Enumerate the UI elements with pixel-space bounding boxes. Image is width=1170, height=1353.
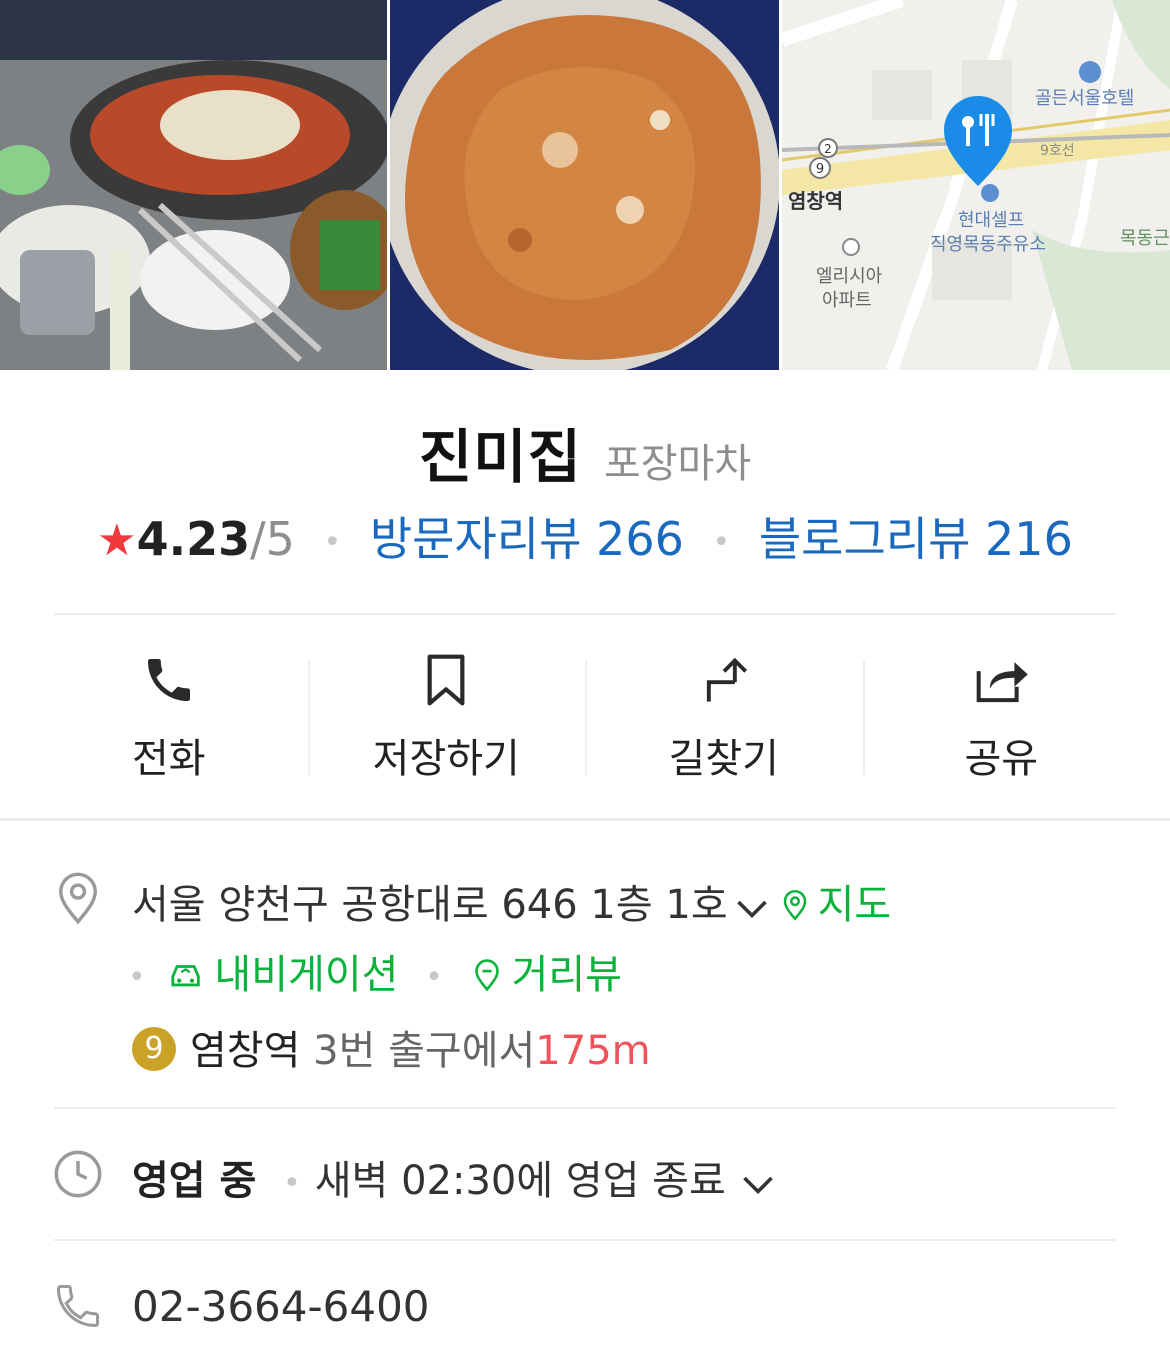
subway-line-badge: 9 (132, 1027, 176, 1071)
map-label-apt1: 엘리시아 (816, 266, 883, 287)
station-exit: 3번 출구에서 (313, 1028, 536, 1074)
map-label-gas1: 현대셀프 (958, 210, 1024, 231)
street-view-label: 거리뷰 (511, 952, 622, 998)
chevron-down-icon[interactable] (734, 884, 770, 930)
subway-row: 9 염창역 3번 출구에서175m (132, 1018, 651, 1076)
directions-icon (698, 640, 750, 720)
divider (54, 613, 1116, 615)
location-pin-icon (52, 870, 104, 925)
address-links-row: • 내비게이션 • 거리뷰 (128, 942, 622, 1000)
hours-row[interactable]: 영업 중 • 새벽 02:30에 영업 종료 (132, 1148, 776, 1206)
separator-dot: • (128, 959, 146, 995)
food-photo-pancake[interactable] (390, 0, 779, 370)
title-row: 진미집 포장마차 (0, 410, 1170, 494)
share-icon (972, 640, 1030, 720)
clock-icon (52, 1148, 104, 1200)
place-name: 진미집 (418, 423, 582, 491)
map-pin-small-icon (783, 890, 806, 921)
separator-dot: • (425, 959, 443, 995)
map-thumbnail[interactable]: 9 2 염창역 골든서울호텔 9호선 현대셀프 직영목동주유소 엘리시아 아파트… (782, 0, 1170, 370)
navigation-link[interactable]: 내비게이션 (168, 952, 398, 998)
place-category: 포장마차 (603, 441, 752, 487)
map-label-gas2: 직영목동주유소 (930, 234, 1046, 255)
separator-dot: • (283, 1165, 301, 1201)
section-divider (0, 818, 1170, 821)
phone-icon (141, 640, 197, 720)
map-label-apt2: 아파트 (822, 290, 872, 311)
separator-dot: • (323, 525, 342, 560)
directions-button[interactable]: 길찾기 (585, 640, 863, 790)
share-label: 공유 (964, 736, 1039, 782)
map-label-line9: 9호선 (1040, 143, 1075, 159)
visitor-reviews-link[interactable]: 방문자리뷰 266 (370, 512, 684, 566)
rating-out-of: /5 (250, 512, 295, 566)
star-icon: ★ (97, 515, 137, 566)
separator-dot: • (712, 525, 731, 560)
station-distance: 175m (535, 1028, 651, 1074)
business-status: 영업 중 (132, 1158, 257, 1204)
rating-row: ★4.23/5 • 방문자리뷰 266 • 블로그리뷰 216 (0, 503, 1170, 569)
map-label-hotel: 골든서울호텔 (1035, 88, 1134, 109)
car-icon (171, 965, 201, 987)
map-link[interactable]: 지도 (780, 882, 892, 928)
address-text: 서울 양천구 공항대로 646 1층 1호 (132, 882, 728, 928)
divider (54, 1239, 1116, 1241)
save-label: 저장하기 (372, 736, 520, 782)
save-button[interactable]: 저장하기 (307, 640, 586, 790)
phone-outline-icon (52, 1280, 104, 1332)
business-hours-detail: 새벽 02:30에 영업 종료 (314, 1158, 726, 1204)
bookmark-icon (422, 640, 470, 720)
street-view-link[interactable]: 거리뷰 (470, 952, 622, 998)
map-label-park: 목동근 (1120, 228, 1170, 249)
food-photo-stirfry[interactable] (0, 0, 387, 370)
photo-strip: 9 2 염창역 골든서울호텔 9호선 현대셀프 직영목동주유소 엘리시아 아파트… (0, 0, 1170, 370)
map-link-label: 지도 (817, 882, 892, 928)
blog-reviews-link[interactable]: 블로그리뷰 216 (759, 512, 1073, 566)
share-button[interactable]: 공유 (862, 640, 1141, 790)
address-row: 서울 양천구 공항대로 646 1층 1호 지도 (132, 872, 891, 930)
phone-number[interactable]: 02-3664-6400 (132, 1282, 430, 1331)
call-button[interactable]: 전화 (30, 640, 308, 790)
svg-text:2: 2 (824, 142, 832, 156)
station-name: 염창역 (190, 1028, 301, 1074)
map-label-station: 염창역 (788, 189, 843, 213)
svg-text:9: 9 (816, 162, 824, 177)
action-bar: 전화 저장하기 길찾기 공유 (30, 640, 1140, 790)
directions-label: 길찾기 (668, 736, 779, 782)
rating-score: 4.23 (136, 512, 251, 566)
divider (54, 1107, 1116, 1109)
street-view-icon (474, 959, 499, 992)
call-label: 전화 (131, 736, 206, 782)
navigation-label: 내비게이션 (214, 952, 399, 998)
chevron-down-icon[interactable] (740, 1160, 776, 1206)
